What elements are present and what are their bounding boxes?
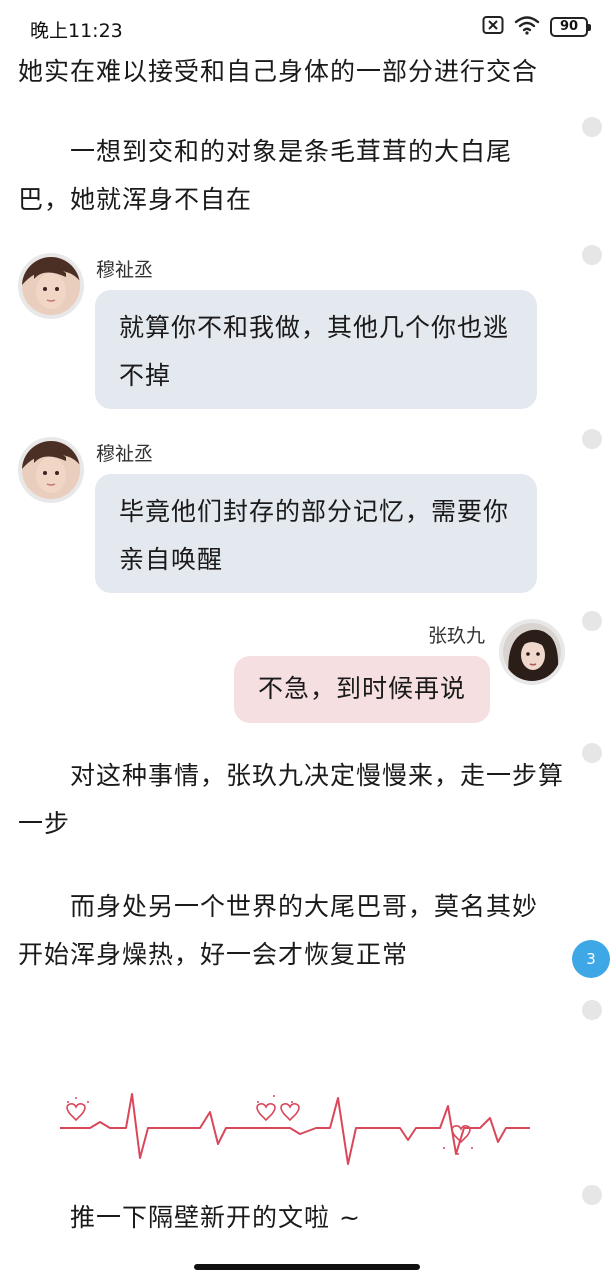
comment-count-badge[interactable]: 3 [572,940,610,978]
heartbeat-divider [60,1084,530,1174]
paragraph: 她实在难以接受和自己身体的一部分进行交合 [18,57,539,86]
status-time: 晚上11:23 [30,20,123,42]
comment-dot[interactable] [582,743,602,763]
sim-off-icon [482,15,504,39]
chat-bubble[interactable]: 就算你不和我做，其他几个你也逃不掉 [95,290,537,409]
comment-dot[interactable] [582,1000,602,1020]
comment-dot[interactable] [582,429,602,449]
status-icons: 90 [482,15,591,39]
wifi-icon [514,15,540,39]
home-indicator[interactable] [194,1264,420,1270]
comment-dot[interactable] [582,245,602,265]
paragraph: 一想到交和的对象是条毛茸茸的大白尾巴，她就浑身不自在 [18,137,513,214]
avatar-boy-icon [22,441,80,499]
comment-dot[interactable] [582,611,602,631]
paragraph: 而身处另一个世界的大尾巴哥，莫名其妙开始浑身燥热，好一会才恢复正常 [18,892,539,969]
comment-dot[interactable] [582,1185,602,1205]
battery-icon: 90 [550,17,591,37]
speaker-name: 穆祉丞 [96,259,154,281]
speaker-name: 穆祉丞 [96,443,154,465]
chat-bubble[interactable]: 毕竟他们封存的部分记忆，需要你亲自唤醒 [95,474,537,593]
avatar[interactable] [499,619,565,685]
reader-page: 晚上11:23 90 她实在难以接受和自己身体的一部分进行交合 一想到交和的对象… [0,0,614,1280]
avatar-boy-icon [22,257,80,315]
comment-dot[interactable] [582,117,602,137]
paragraph: 推一下隔壁新开的文啦 ~ [70,1203,361,1232]
chat-bubble[interactable]: 不急，到时候再说 [234,656,490,723]
avatar[interactable] [18,253,84,319]
status-bar: 晚上11:23 90 [0,0,614,52]
avatar-girl-icon [503,623,561,681]
paragraph: 对这种事情，张玖九决定慢慢来，走一步算一步 [18,761,565,838]
speaker-name: 张玖九 [428,625,486,647]
avatar[interactable] [18,437,84,503]
